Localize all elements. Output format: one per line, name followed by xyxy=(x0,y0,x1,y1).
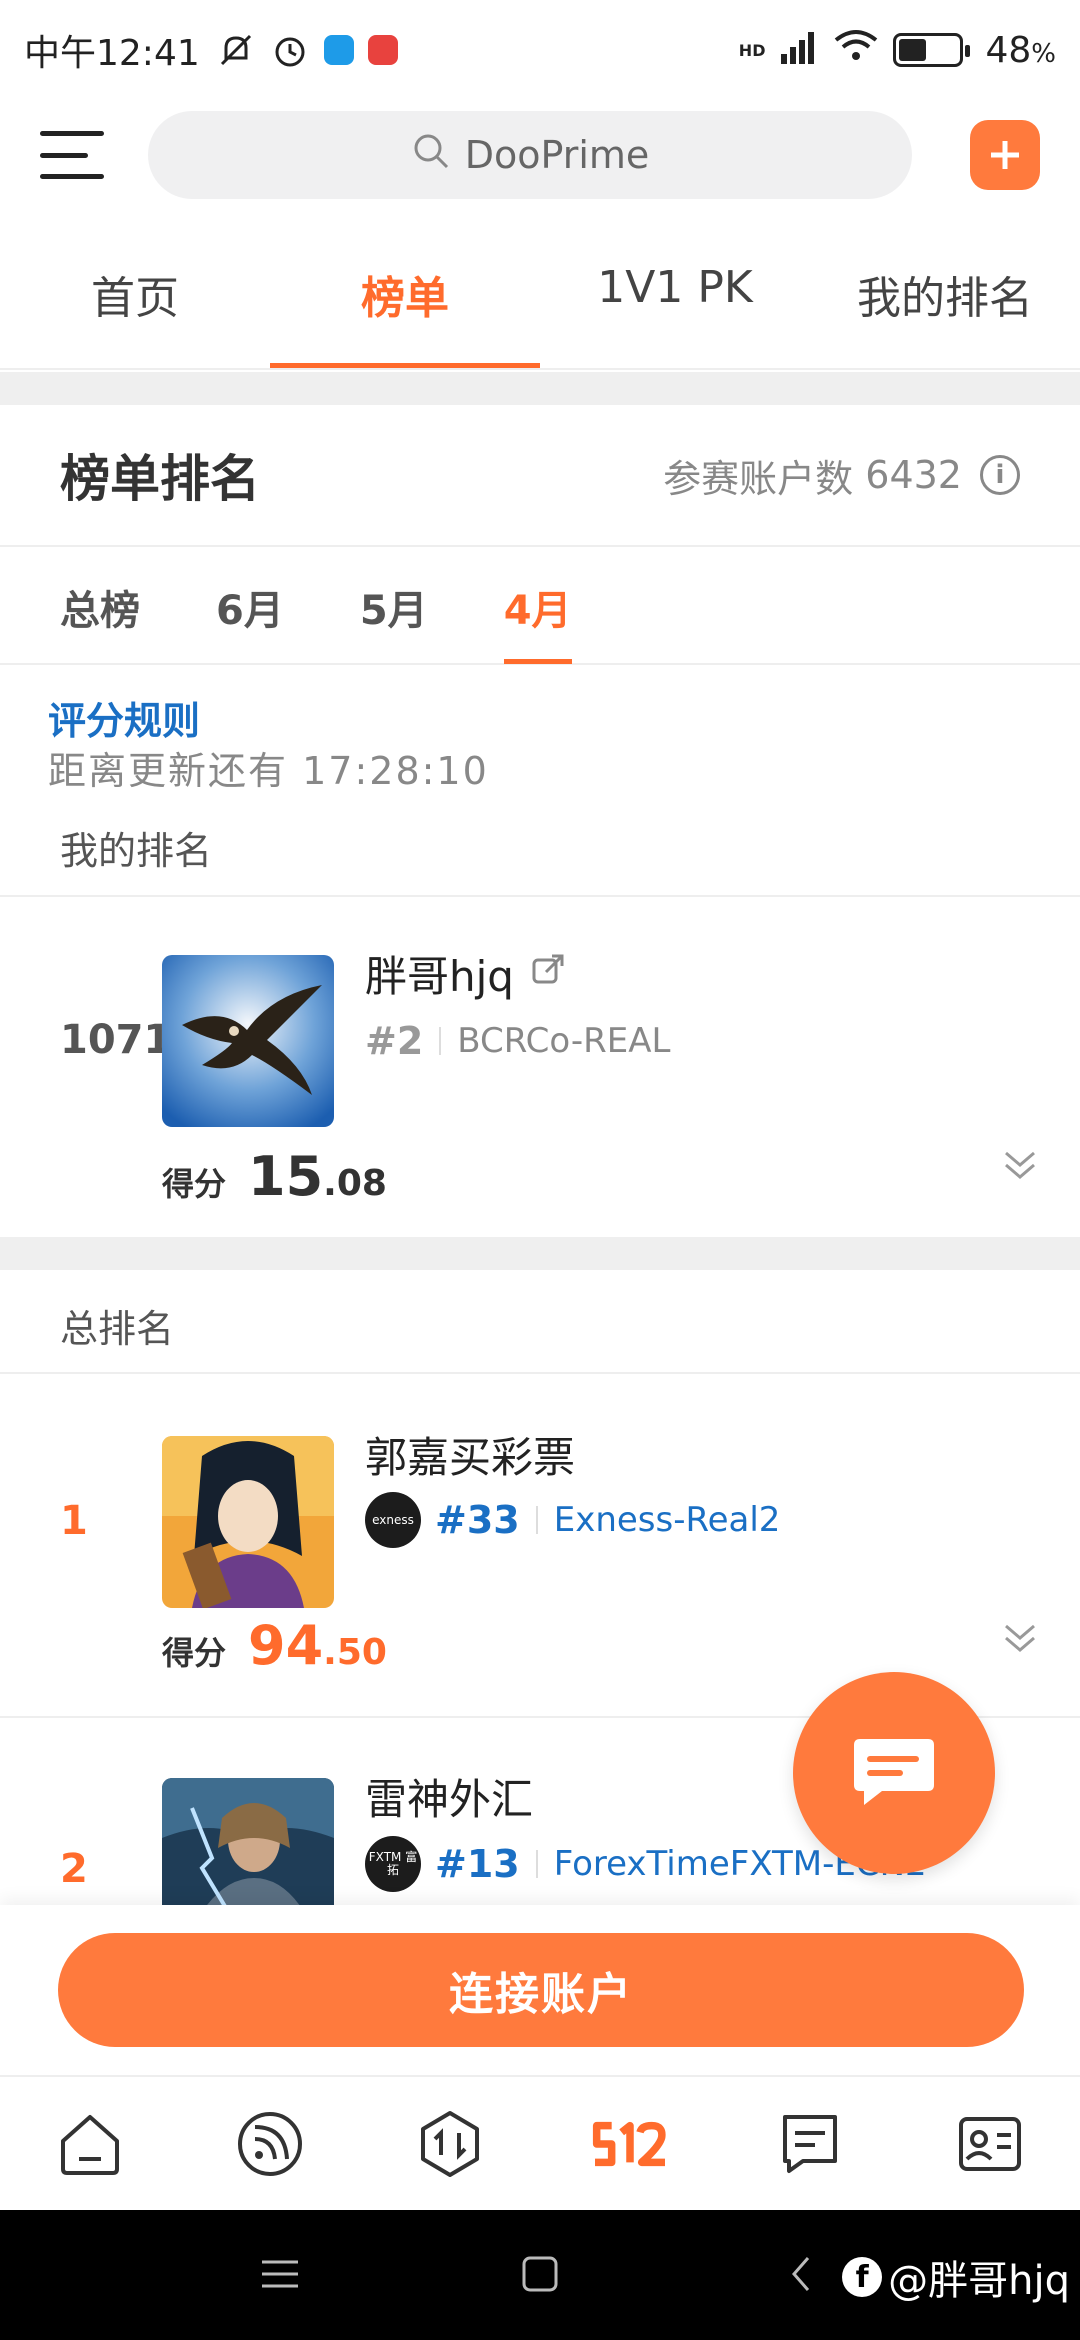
tab-home[interactable]: 首页 xyxy=(0,230,270,368)
user-name[interactable]: 胖哥hjq xyxy=(365,943,566,1004)
wifi-icon xyxy=(833,28,879,73)
battery-unit: % xyxy=(1031,38,1056,69)
tab-june[interactable]: 6月 xyxy=(216,549,284,664)
account-name: Exness-Real2 xyxy=(553,1500,781,1540)
info-icon[interactable]: i xyxy=(980,455,1020,495)
participants-number: 6432 xyxy=(865,453,962,497)
bottom-nav xyxy=(0,2075,1080,2210)
score-integer: 94 xyxy=(248,1614,324,1677)
my-rank-card[interactable]: 1071 胖哥hjq #2 BCRCo-REAL 得分 15 .08 xyxy=(0,897,1080,1237)
home-button-icon[interactable] xyxy=(518,2252,562,2296)
nav-profile[interactable] xyxy=(950,2104,1030,2184)
search-bar[interactable]: DooPrime xyxy=(148,111,912,199)
chat-icon xyxy=(854,1739,934,1805)
system-nav-bar: f @胖哥hjq xyxy=(0,2210,1080,2340)
score-label: 得分 xyxy=(162,1165,227,1203)
score-label: 得分 xyxy=(162,1634,227,1672)
tab-april[interactable]: 4月 xyxy=(503,549,572,664)
sub-rank: #2 xyxy=(365,1019,424,1063)
update-countdown: 距离更新还有 17:28:10 xyxy=(48,740,489,795)
rank-number: 2 xyxy=(60,1846,88,1892)
status-time: 中午12:41 xyxy=(24,33,200,74)
account-info: exness #33 Exness-Real2 xyxy=(365,1492,780,1548)
account-info: #2 BCRCo-REAL xyxy=(365,1019,670,1063)
chevron-down-icon[interactable] xyxy=(1000,1618,1040,1658)
tab-leaderboard[interactable]: 榜单 xyxy=(270,230,540,368)
app-notification-icon xyxy=(367,35,398,65)
total-rank-label: 总排名 xyxy=(60,1307,175,1351)
broker-logo: exness xyxy=(365,1492,421,1548)
score-decimal: .50 xyxy=(323,1632,387,1673)
countdown-time: 17:28:10 xyxy=(302,749,489,793)
nav-messages[interactable] xyxy=(770,2104,850,2184)
nav-home[interactable] xyxy=(50,2104,130,2184)
connect-bar: 连接账户 xyxy=(0,1905,1080,2075)
tab-may[interactable]: 5月 xyxy=(360,549,428,664)
user-name[interactable]: 雷神外汇 xyxy=(365,1766,533,1827)
nav-trade[interactable] xyxy=(410,2104,490,2184)
facebook-icon: f xyxy=(842,2257,883,2297)
ranking-header: 榜单排名 参赛账户数 6432 i xyxy=(0,405,1080,547)
network-label: HD xyxy=(738,40,766,60)
search-icon xyxy=(411,131,451,180)
battery-icon xyxy=(893,33,971,67)
rank-card[interactable]: 1 郭嘉买彩票 exness #33 Exness-Real2 得分 94 .5… xyxy=(0,1374,1080,1716)
month-tabs: 总榜 6月 5月 4月 xyxy=(0,550,1080,665)
ranking-title: 榜单排名 xyxy=(60,450,260,508)
tab-overall[interactable]: 总榜 xyxy=(60,549,140,664)
section-divider xyxy=(0,372,1080,405)
connect-account-button[interactable]: 连接账户 xyxy=(58,1933,1024,2047)
tab-1v1-pk[interactable]: 1V1 PK xyxy=(540,230,810,368)
tab-my-rank[interactable]: 我的排名 xyxy=(810,230,1080,368)
participants-count: 参赛账户数 6432 i xyxy=(663,448,1020,503)
watermark: f @胖哥hjq xyxy=(842,2248,1070,2306)
user-name-text: 胖哥hjq xyxy=(365,952,514,1001)
app-notification-icon xyxy=(323,35,354,65)
back-icon[interactable] xyxy=(780,2252,824,2296)
broker-logo: FXTM 富拓 xyxy=(365,1836,421,1892)
sub-rank: #13 xyxy=(435,1842,520,1886)
profile-card-icon xyxy=(959,2116,1021,2171)
rank-number: 1 xyxy=(60,1498,88,1544)
main-tabs: 首页 榜单 1V1 PK 我的排名 xyxy=(0,230,1080,370)
external-link-icon[interactable] xyxy=(530,949,566,998)
section-divider xyxy=(0,1237,1080,1270)
chat-fab[interactable] xyxy=(793,1672,995,1874)
trade-icon xyxy=(421,2110,479,2177)
app-header: DooPrime xyxy=(0,100,1080,210)
feed-icon xyxy=(238,2111,302,2176)
status-bar: 中午12:41 HD 48% xyxy=(0,0,1080,100)
battery-level: 48 xyxy=(985,29,1032,71)
signal-icon xyxy=(779,28,819,73)
chevron-down-icon[interactable] xyxy=(1000,1145,1040,1185)
rank-number: 1071 xyxy=(60,1017,172,1063)
home-icon xyxy=(61,2114,119,2175)
s12-icon xyxy=(592,2121,666,2166)
add-button[interactable] xyxy=(970,120,1040,190)
nav-feed[interactable] xyxy=(230,2104,310,2184)
message-icon xyxy=(783,2114,837,2173)
avatar[interactable] xyxy=(162,1436,334,1608)
user-name[interactable]: 郭嘉买彩票 xyxy=(365,1424,575,1485)
mute-icon xyxy=(216,30,256,70)
avatar[interactable] xyxy=(162,955,334,1127)
nav-s12[interactable] xyxy=(590,2104,670,2184)
alarm-icon xyxy=(270,30,310,70)
watermark-text: @胖哥hjq xyxy=(888,2258,1070,2304)
score: 得分 15 .08 xyxy=(162,1145,387,1208)
my-rank-section-label: 我的排名 xyxy=(60,829,213,873)
score-integer: 15 xyxy=(248,1145,324,1208)
scoring-rules-link[interactable]: 评分规则 xyxy=(48,690,200,745)
plus-icon xyxy=(991,141,1019,169)
account-name: BCRCo-REAL xyxy=(457,1021,671,1061)
score: 得分 94 .50 xyxy=(162,1614,387,1677)
menu-button[interactable] xyxy=(40,127,104,183)
search-placeholder: DooPrime xyxy=(464,133,650,177)
score-decimal: .08 xyxy=(323,1163,387,1204)
participants-label: 参赛账户数 xyxy=(663,456,854,501)
recents-icon[interactable] xyxy=(258,2252,302,2296)
sub-rank: #33 xyxy=(435,1498,520,1542)
avatar[interactable] xyxy=(162,1778,334,1905)
countdown-label: 距离更新还有 xyxy=(48,749,289,793)
